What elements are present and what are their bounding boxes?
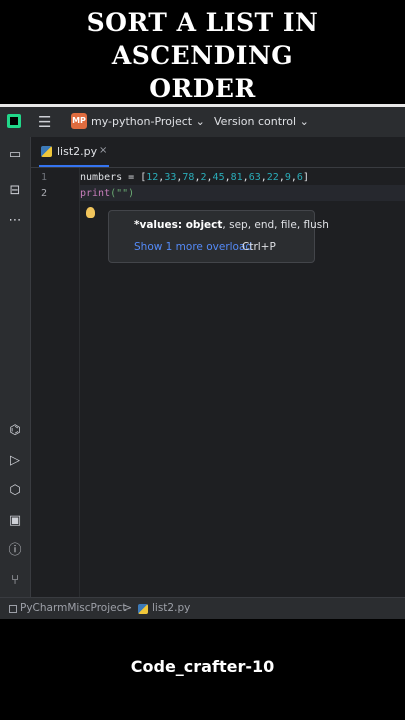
- top-toolbar: ☰ MP my-python-Project ⌄ Version control…: [0, 107, 405, 138]
- headline-line2: ORDER: [149, 74, 256, 103]
- pycharm-logo-icon[interactable]: [7, 114, 21, 128]
- run-icon[interactable]: ▷: [7, 453, 23, 469]
- main-menu-icon[interactable]: ☰: [38, 113, 51, 131]
- python-console-icon[interactable]: ⌬: [7, 423, 23, 439]
- signature-text: *values: object, sep, end, file, flush: [134, 219, 329, 231]
- watermark: Code_crafter-10: [130, 657, 275, 676]
- ide-window: ☰ MP my-python-Project ⌄ Version control…: [0, 104, 405, 619]
- chevron-right-icon: >: [123, 601, 133, 614]
- python-packages-icon[interactable]: ⬡: [7, 483, 23, 499]
- breadcrumb-project[interactable]: PyCharmMiscProject: [20, 602, 126, 614]
- project-badge[interactable]: MP: [71, 113, 87, 129]
- shortcut-hint: Ctrl+P: [242, 241, 276, 253]
- line-number: 1: [41, 172, 48, 183]
- editor-tabs: list2.py ×: [31, 137, 405, 168]
- breadcrumb-file[interactable]: list2.py: [152, 602, 190, 614]
- tool-window-sidebar: ▭ ⊟ ⋯ ⌬ ▷ ⬡ ▣ ⓘ ⑂: [0, 137, 31, 597]
- more-icon[interactable]: ⋯: [7, 213, 23, 229]
- project-icon: [9, 605, 17, 613]
- python-file-icon: [41, 146, 52, 157]
- project-selector[interactable]: my-python-Project ⌄: [91, 115, 205, 128]
- code-line-1[interactable]: numbers = [12,33,78,2,45,81,63,22,9,6]: [80, 172, 309, 183]
- folder-icon[interactable]: ▭: [7, 147, 23, 163]
- show-overload-link[interactable]: Show 1 more overload: [134, 241, 252, 253]
- python-file-icon: [138, 604, 148, 614]
- intention-bulb-icon[interactable]: [86, 207, 95, 218]
- tab-list2[interactable]: list2.py ×: [39, 137, 109, 167]
- status-bar: PyCharmMiscProject > list2.py: [0, 597, 405, 619]
- code-line-2[interactable]: print(""): [80, 188, 134, 199]
- problems-icon[interactable]: ⓘ: [7, 543, 23, 559]
- video-headline: SORT A LIST IN ASCENDING ORDER: [0, 6, 405, 105]
- structure-icon[interactable]: ⊟: [7, 183, 23, 199]
- headline-line1: SORT A LIST IN ASCENDING: [86, 8, 319, 70]
- git-icon[interactable]: ⑂: [7, 573, 23, 589]
- tab-label: list2.py: [57, 145, 98, 158]
- close-icon[interactable]: ×: [99, 145, 107, 156]
- parameter-info-popup: *values: object, sep, end, file, flush S…: [108, 210, 329, 263]
- line-number: 2: [41, 188, 48, 199]
- line-gutter: 1 2: [31, 168, 80, 597]
- version-control-menu[interactable]: Version control ⌄: [214, 115, 309, 128]
- terminal-icon[interactable]: ▣: [7, 513, 23, 529]
